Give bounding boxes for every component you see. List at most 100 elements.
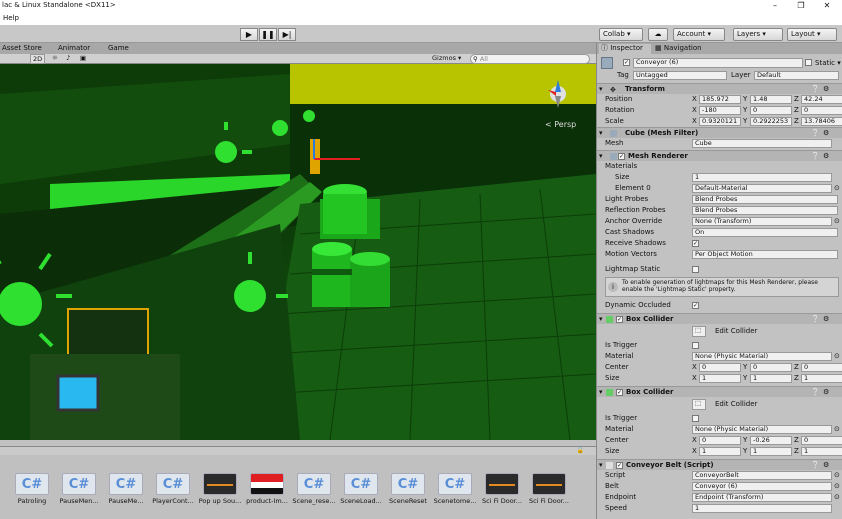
tab-game[interactable]: Game (98, 44, 131, 54)
box_collider_1-is-trigger-checkbox[interactable] (692, 342, 699, 349)
scale-z-input[interactable]: 13.78406 (801, 117, 842, 126)
mesh-field[interactable]: Cube (692, 139, 832, 148)
asset-item[interactable]: C# PauseMen... (57, 473, 101, 505)
box_collider_2-is-trigger-checkbox[interactable] (692, 415, 699, 422)
materials-size-field[interactable]: 1 (692, 173, 832, 182)
edit-collider-1-button[interactable]: Edit Collider (715, 327, 757, 335)
scene-view[interactable]: < Persp (0, 64, 596, 440)
mesh-renderer-header[interactable]: ▾ ✓ Mesh Renderer ❔ ⚙ (597, 150, 842, 161)
asset-item[interactable]: C# Scene_rese... (292, 473, 336, 505)
object-name-input[interactable]: Conveyor (6) (633, 58, 803, 68)
box_collider_1-size-z-input[interactable]: 1 (801, 374, 842, 383)
object-active-checkbox[interactable]: ✓ (623, 59, 630, 66)
box_collider_2-size-x-input[interactable]: 1 (699, 447, 741, 456)
settings-icon[interactable]: ⚙ (823, 85, 829, 93)
belt-field[interactable]: Conveyor (6) (692, 482, 832, 491)
conveyor-belt-enabled-checkbox[interactable]: ✓ (616, 462, 623, 469)
box-collider-1-enabled-checkbox[interactable]: ✓ (616, 316, 623, 323)
rotation-y-input[interactable]: 0 (750, 106, 792, 115)
pause-button[interactable]: ❚❚ (259, 28, 277, 41)
help-icon[interactable]: ❔ (811, 461, 820, 469)
box_collider_1-center-x-input[interactable]: 0 (699, 363, 741, 372)
object-picker-icon[interactable]: ⊙ (834, 471, 840, 479)
help-icon[interactable]: ❔ (811, 315, 820, 323)
settings-icon[interactable]: ⚙ (823, 129, 829, 137)
box_collider_2-size-z-input[interactable]: 1 (801, 447, 842, 456)
endpoint-field[interactable]: Endpoint (Transform) (692, 493, 832, 502)
settings-icon[interactable]: ⚙ (823, 461, 829, 469)
settings-icon[interactable]: ⚙ (823, 315, 829, 323)
object-picker-icon[interactable]: ⊙ (834, 425, 840, 433)
expand-arrow-icon[interactable]: ▾ (599, 315, 603, 323)
box-collider-1-header[interactable]: ▾ ✓ Box Collider ❔ ⚙ (597, 313, 842, 324)
play-button[interactable]: ▶ (240, 28, 258, 41)
cast-shadows-field[interactable]: On (692, 228, 838, 237)
box_collider_2-center-z-input[interactable]: 0 (801, 436, 842, 445)
box_collider_1-center-z-input[interactable]: 0 (801, 363, 842, 372)
settings-icon[interactable]: ⚙ (823, 152, 829, 160)
edit-collider-1-icon[interactable]: ⬚ (692, 326, 706, 337)
tab-inspector[interactable]: ⓘ Inspector (599, 44, 651, 54)
asset-item[interactable]: Pop up Sou... (198, 473, 242, 505)
step-button[interactable]: ▶| (278, 28, 296, 41)
position-x-input[interactable]: 185.972 (699, 95, 741, 104)
tab-animator[interactable]: Animator (48, 44, 92, 54)
object-picker-icon[interactable]: ⊙ (834, 482, 840, 490)
expand-arrow-icon[interactable]: ▾ (599, 388, 603, 396)
asset-item[interactable]: Sci Fi Door... (527, 473, 571, 505)
maximize-icon[interactable]: ❐ (788, 0, 814, 12)
asset-item[interactable]: product-Im... (245, 473, 289, 505)
box_collider_1-size-y-input[interactable]: 1 (750, 374, 792, 383)
motion-vectors-field[interactable]: Per Object Motion (692, 250, 838, 259)
object-picker-icon[interactable]: ⊙ (834, 184, 840, 192)
box_collider_1-material-field[interactable]: None (Physic Material) (692, 352, 832, 361)
tag-dropdown[interactable]: Untagged (633, 71, 727, 80)
mesh-filter-header[interactable]: ▾ Cube (Mesh Filter) ❔ ⚙ (597, 127, 842, 138)
expand-arrow-icon[interactable]: ▾ (599, 85, 603, 93)
layout-button[interactable]: Layout ▾ (787, 28, 837, 41)
lock-icon[interactable]: 🔒 (577, 447, 584, 454)
collab-button[interactable]: Collab ▾ (599, 28, 643, 41)
scene-search-input[interactable]: ⚲ All (470, 54, 590, 64)
tab-asset-store[interactable]: Asset Store (0, 44, 44, 54)
tab-navigation[interactable]: ▦ Navigation (653, 44, 704, 54)
gizmos-dropdown[interactable]: Gizmos ▾ (430, 54, 463, 64)
mode-2d-button[interactable]: 2D (30, 54, 46, 64)
asset-item[interactable]: C# Scenetome... (433, 473, 477, 505)
box_collider_2-center-y-input[interactable]: -0.26 (750, 436, 792, 445)
help-icon[interactable]: ❔ (811, 152, 820, 160)
position-y-input[interactable]: 1.48 (750, 95, 792, 104)
box_collider_2-material-field[interactable]: None (Physic Material) (692, 425, 832, 434)
object-picker-icon[interactable]: ⊙ (834, 493, 840, 501)
layers-button[interactable]: Layers ▾ (733, 28, 783, 41)
static-checkbox[interactable] (805, 59, 812, 66)
account-button[interactable]: Account ▾ (673, 28, 725, 41)
lightmap-static-checkbox[interactable] (692, 266, 699, 273)
asset-item[interactable]: C# SceneReset (386, 473, 430, 505)
dynamic-occluded-checkbox[interactable]: ✓ (692, 302, 699, 309)
layer-dropdown[interactable]: Default (754, 71, 839, 80)
scale-x-input[interactable]: 0.9320121 (699, 117, 741, 126)
element0-field[interactable]: Default-Material (692, 184, 832, 193)
rotation-z-input[interactable]: 0 (801, 106, 842, 115)
expand-arrow-icon[interactable]: ▾ (599, 129, 603, 137)
mesh-renderer-enabled-checkbox[interactable]: ✓ (618, 153, 625, 160)
object-picker-icon[interactable]: ⊙ (834, 352, 840, 360)
object-picker-icon[interactable]: ⊙ (834, 217, 840, 225)
edit-collider-2-icon[interactable]: ⬚ (692, 399, 706, 410)
anchor-override-field[interactable]: None (Transform) (692, 217, 832, 226)
expand-arrow-icon[interactable]: ▾ (599, 461, 603, 469)
cloud-icon[interactable]: ☁ (648, 28, 668, 41)
effects-toggle-icon[interactable]: ▣ (78, 54, 88, 64)
light-toggle-icon[interactable]: ☼ (50, 54, 60, 64)
box-collider-2-enabled-checkbox[interactable]: ✓ (616, 389, 623, 396)
conveyor-belt-header[interactable]: ▾ ✓ Conveyor Belt (Script) ❔ ⚙ (597, 459, 842, 470)
asset-item[interactable]: Sci Fi Door... (480, 473, 524, 505)
static-dropdown[interactable]: Static ▾ (815, 59, 841, 67)
asset-item[interactable]: C# SceneLoad... (339, 473, 383, 505)
receive-shadows-checkbox[interactable]: ✓ (692, 240, 699, 247)
light-probes-field[interactable]: Blend Probes (692, 195, 838, 204)
box-collider-2-header[interactable]: ▾ ✓ Box Collider ❔ ⚙ (597, 386, 842, 397)
asset-item[interactable]: C# PlayerCont... (151, 473, 195, 505)
box_collider_1-size-x-input[interactable]: 1 (699, 374, 741, 383)
